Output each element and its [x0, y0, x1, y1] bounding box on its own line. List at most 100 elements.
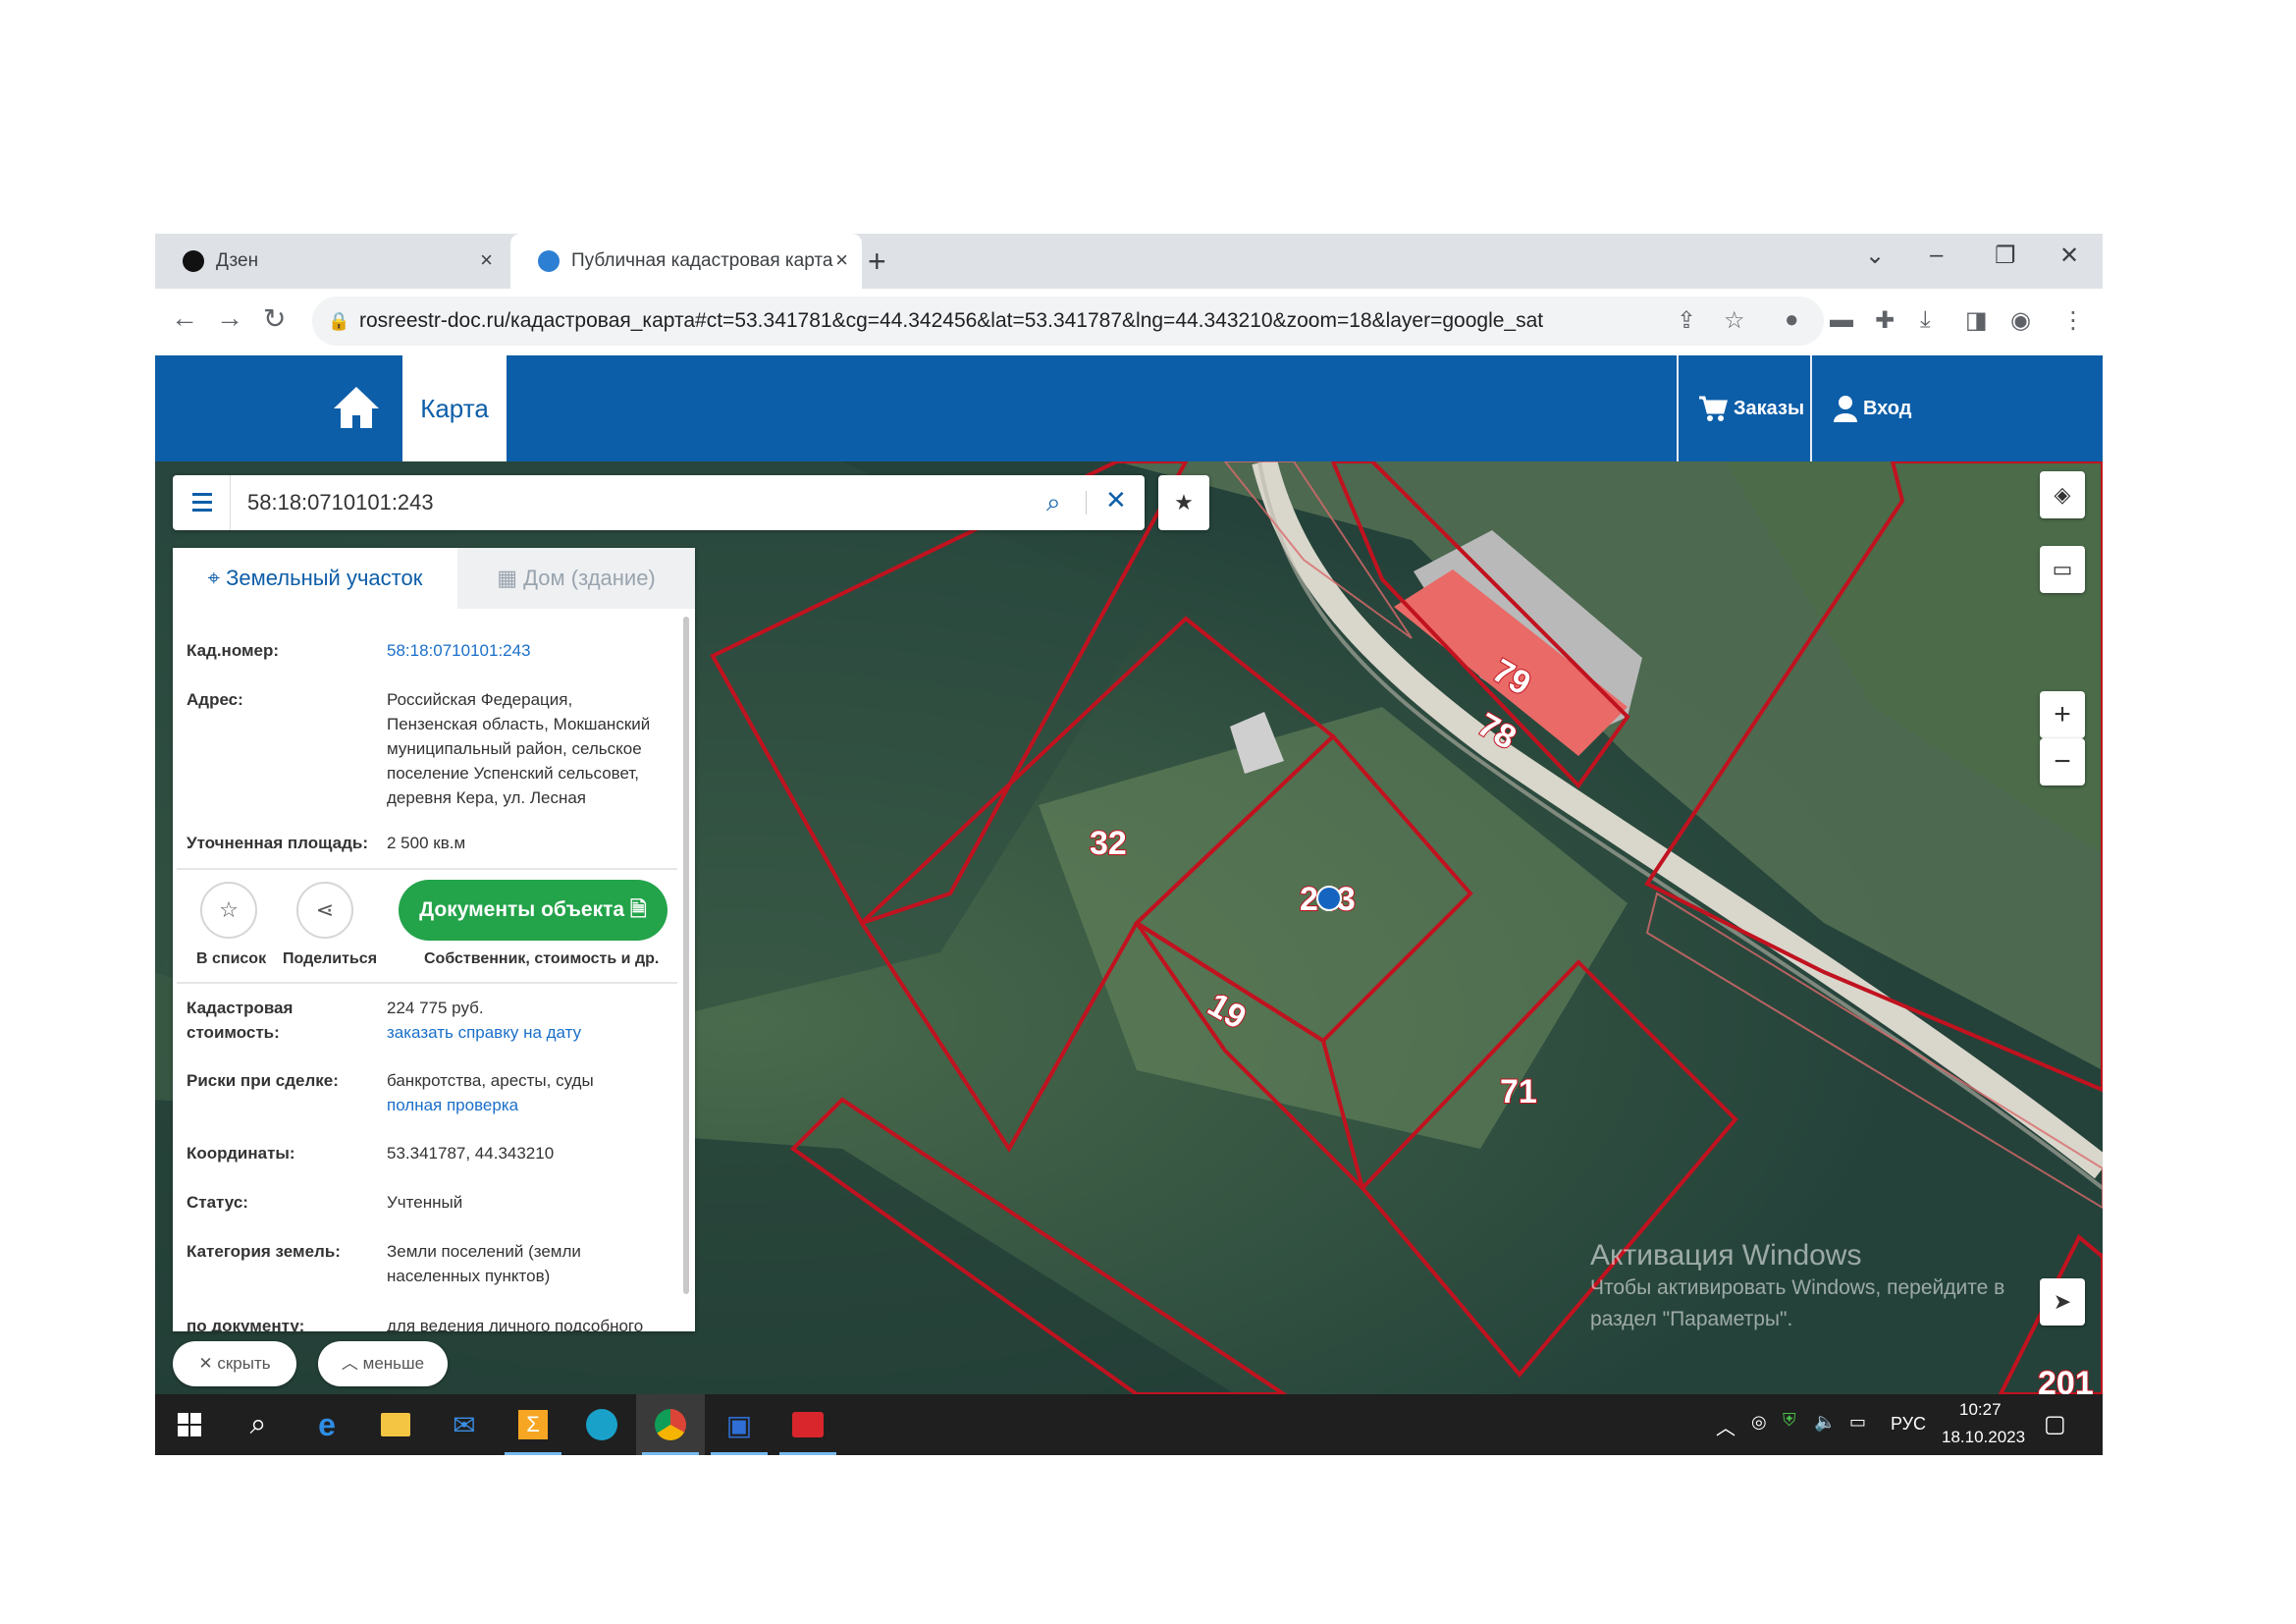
coordinates-value: 53.341787, 44.343210 [387, 1144, 555, 1163]
search-icon[interactable]: ⌕ [224, 1394, 293, 1455]
clock-time[interactable]: 10:27 [1959, 1400, 2002, 1420]
download-icon[interactable]: ⤓ [1920, 306, 1931, 334]
input-language[interactable]: РУС [1891, 1414, 1926, 1435]
add-to-list-label: В список [196, 950, 267, 967]
mail-icon[interactable]: ✉ [430, 1394, 499, 1455]
layers-icon[interactable]: ◈ [2040, 471, 2085, 518]
extension-shield-icon[interactable]: ▬ [1830, 306, 1853, 334]
by-document-value: для ведения личного подсобного [387, 1317, 644, 1331]
minimize-icon[interactable]: – [1930, 242, 1943, 269]
close-icon: ✕ [198, 1354, 218, 1373]
show-less-button[interactable]: ︿ меньше [318, 1341, 448, 1386]
new-tab-button[interactable]: + [868, 244, 886, 280]
parcel-info-panel: ⌖ Земельный участок ▦ Дом (здание) Кад.н… [173, 548, 695, 1331]
risks-value: банкротства, аресты, суды полная проверк… [387, 1068, 671, 1117]
window-close-icon[interactable]: ✕ [2059, 242, 2079, 270]
field-label: Кадастровая стоимость: [187, 999, 294, 1042]
sigma-app-icon[interactable]: Σ [499, 1394, 567, 1455]
login-button[interactable]: Вход [1834, 355, 1911, 461]
address-value: Российская Федерация, Пензенская область… [387, 690, 651, 807]
chevron-up-icon: ︿ [341, 1354, 363, 1373]
parcel-label: 201 [2038, 1365, 2094, 1394]
bookmark-star-icon[interactable]: ☆ [1724, 306, 1745, 335]
tab-land-plot[interactable]: ⌖ Земельный участок [173, 548, 457, 609]
location-marker[interactable] [1316, 886, 1342, 911]
my-location-icon[interactable]: ➤ [2040, 1278, 2085, 1326]
start-icon[interactable] [155, 1394, 224, 1455]
documents-subtitle: Собственник, стоимость и др. [424, 950, 660, 967]
panel-scrollbar[interactable] [683, 617, 689, 1294]
notifications-icon[interactable]: ▢ [2044, 1410, 2066, 1438]
url-text: rosreestr-doc.ru/кадастровая_карта#ct=53… [359, 309, 1544, 332]
full-check-link[interactable]: полная проверка [387, 1093, 671, 1117]
site-header: Карта Заказы Вход [155, 355, 2103, 461]
profile-avatar-icon[interactable]: ◉ [2010, 306, 2031, 335]
home-icon[interactable] [330, 383, 383, 432]
share-page-icon[interactable]: ⇪ [1677, 306, 1696, 335]
orders-button[interactable]: Заказы [1698, 355, 1804, 461]
field-label: Категория земель: [187, 1242, 341, 1261]
reload-icon[interactable]: ↻ [263, 302, 286, 335]
divider [1086, 491, 1087, 514]
tab-dzen[interactable]: Дзен × [155, 234, 507, 289]
tab-building[interactable]: ▦ Дом (здание) [457, 548, 695, 609]
windows-activation-watermark: Активация Windows Чтобы активировать Win… [1590, 1239, 2005, 1330]
extension-icon[interactable]: ● [1785, 306, 1799, 334]
restore-icon[interactable]: ❐ [1995, 242, 2016, 270]
favorites-star-icon[interactable]: ★ [1158, 475, 1209, 530]
tray-chevron-up-icon[interactable]: ︿ [1716, 1412, 1735, 1440]
status-value: Учтенный [387, 1193, 463, 1212]
volume-icon[interactable]: 🔈 [1814, 1412, 1836, 1433]
zoom-out-button[interactable]: − [2040, 738, 2085, 785]
address-bar[interactable]: 🔒 rosreestr-doc.ru/кадастровая_карта#ct=… [312, 297, 1824, 346]
add-to-list-star-icon[interactable]: ☆ [200, 882, 257, 939]
object-documents-button[interactable]: Документы объекта 🗎 [399, 880, 667, 941]
antivirus-shield-icon[interactable]: ⛨ [1783, 1410, 1796, 1431]
chrome-icon[interactable] [636, 1394, 705, 1455]
nav-tab-map[interactable]: Карта [402, 355, 507, 461]
zoom-in-button[interactable]: + [2040, 691, 2085, 738]
share-label: Поделиться [283, 950, 378, 967]
windows-taskbar: ⌕ e ✉ Σ ▣ ︿ ◎ ⛨ 🔈 ▭ РУС 10:27 18.10.2023… [155, 1394, 2103, 1455]
user-icon [1834, 396, 1857, 422]
search-icon[interactable]: ⌕ [1046, 487, 1061, 518]
building-icon: ▦ [497, 566, 524, 590]
dzen-icon [183, 250, 204, 272]
close-tab-icon[interactable]: × [480, 249, 493, 271]
land-category-value: Земли поселений (земли населенных пункто… [387, 1242, 581, 1285]
search-input[interactable]: 58:18:0710101:243 [247, 475, 434, 530]
edge-icon[interactable] [567, 1394, 636, 1455]
extensions-puzzle-icon[interactable]: ✚ [1875, 306, 1895, 335]
forward-icon[interactable]: → [216, 302, 243, 334]
menu-kebab-icon[interactable]: ⋮ [2061, 306, 2085, 335]
divider [1677, 355, 1679, 461]
network-icon[interactable]: ▭ [1849, 1412, 1866, 1433]
cad-number-link[interactable]: 58:18:0710101:243 [387, 638, 671, 663]
panel-tabs: ⌖ Земельный участок ▦ Дом (здание) [173, 548, 695, 609]
save-disk-icon[interactable]: ▣ [705, 1394, 774, 1455]
acrobat-icon[interactable] [774, 1394, 842, 1455]
back-icon[interactable]: ← [171, 302, 198, 334]
internet-explorer-icon[interactable]: e [293, 1394, 361, 1455]
share-icon[interactable]: ⋖ [296, 882, 353, 939]
file-explorer-icon[interactable] [361, 1394, 430, 1455]
order-certificate-link[interactable]: заказать справку на дату [387, 1020, 671, 1045]
tab-cadastral-map[interactable]: Публичная кадастровая карта × [510, 234, 862, 289]
menu-hamburger-icon[interactable] [173, 475, 231, 530]
pin-icon: ⌖ [207, 566, 227, 590]
divider [177, 982, 677, 984]
orders-label: Заказы [1734, 397, 1805, 419]
hide-panel-button[interactable]: ✕ скрыть [173, 1341, 296, 1386]
field-label: Координаты: [187, 1144, 295, 1163]
clock-date[interactable]: 18.10.2023 [1942, 1428, 2025, 1447]
screenshot: Дзен × Публичная кадастровая карта × + ⌄… [155, 234, 2103, 1455]
satellite-map[interactable]: 79 78 32 243 19 71 201 58:18:0710101:243… [155, 461, 2103, 1394]
close-tab-icon[interactable]: × [835, 249, 848, 271]
webcam-icon[interactable]: ◎ [1751, 1412, 1767, 1433]
field-label: Адрес: [187, 690, 243, 709]
ruler-icon[interactable]: ▭ [2040, 546, 2085, 593]
tab-search-icon[interactable]: ⌄ [1865, 242, 1885, 270]
side-panel-icon[interactable]: ◨ [1965, 306, 1988, 335]
area-value: 2 500 кв.м [387, 834, 466, 852]
clear-search-icon[interactable]: ✕ [1105, 485, 1127, 515]
